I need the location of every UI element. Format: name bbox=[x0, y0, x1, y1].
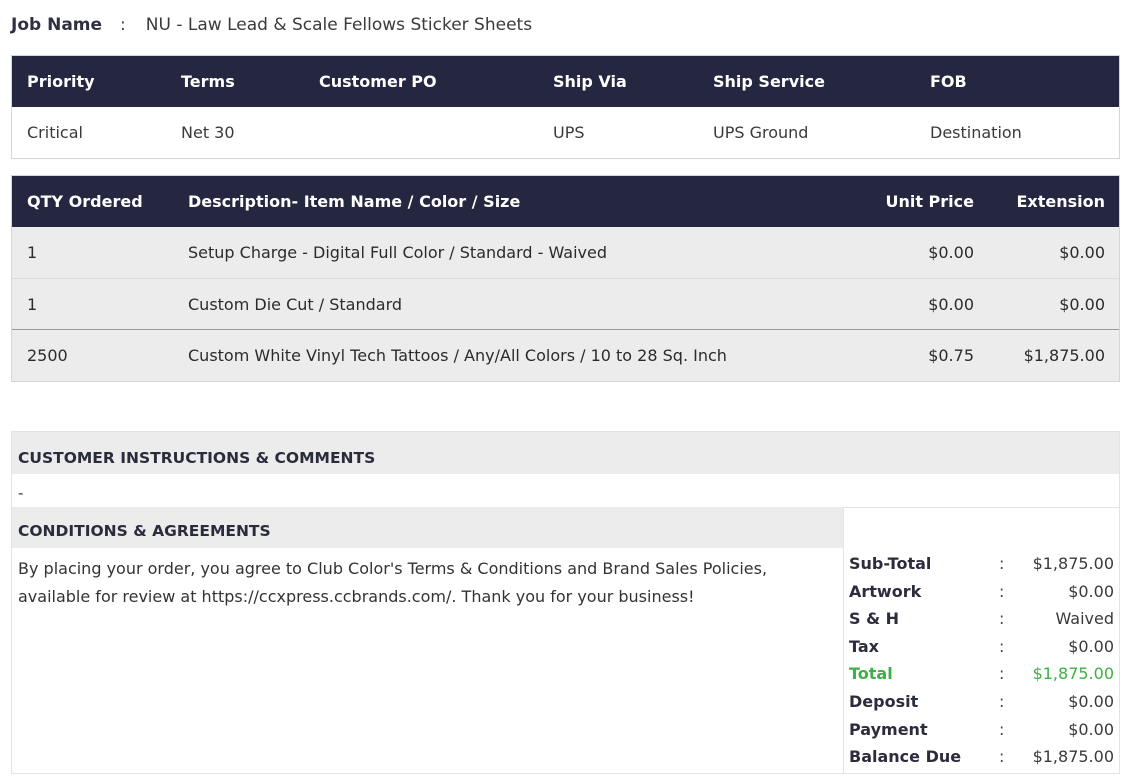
item-qty: 1 bbox=[27, 243, 38, 262]
order-info-header-row: Priority Terms Customer PO Ship Via Ship… bbox=[12, 56, 1119, 107]
totals-label: Payment bbox=[849, 719, 928, 739]
totals-separator: : bbox=[999, 609, 1005, 629]
header-fob: FOB bbox=[930, 72, 967, 91]
order-info-values-row: Critical Net 30 UPS UPS Ground Destinati… bbox=[12, 107, 1119, 158]
header-ship-via: Ship Via bbox=[553, 72, 627, 91]
job-name-label: Job Name bbox=[11, 15, 103, 35]
customer-instructions-section: CUSTOMER INSTRUCTIONS & COMMENTS - bbox=[11, 431, 1120, 508]
totals-separator: : bbox=[999, 692, 1005, 711]
job-name-value: NU - Law Lead & Scale Fellows Sticker Sh… bbox=[145, 15, 533, 35]
conditions-text: By placing your order, you agree to Club… bbox=[18, 559, 768, 606]
header-priority: Priority bbox=[27, 72, 95, 91]
totals-row-balance-due: Balance Due : $1,875.00 bbox=[849, 743, 1114, 771]
instructions-title: CUSTOMER INSTRUCTIONS & COMMENTS bbox=[12, 432, 1119, 474]
totals-separator: : bbox=[999, 664, 1005, 684]
item-extension: $0.00 bbox=[1059, 295, 1105, 314]
header-terms: Terms bbox=[181, 72, 235, 91]
totals-label: Sub-Total bbox=[849, 554, 932, 573]
totals-value: $0.00 bbox=[1068, 719, 1114, 739]
item-extension: $0.00 bbox=[1059, 243, 1105, 262]
totals-label: Tax bbox=[849, 636, 879, 656]
totals-separator: : bbox=[999, 554, 1005, 573]
totals-value: $1,875.00 bbox=[1032, 554, 1114, 573]
item-unit-price: $0.00 bbox=[928, 295, 974, 314]
job-name-line: Job Name : NU - Law Lead & Scale Fellows… bbox=[11, 12, 532, 38]
totals-row-total: Total : $1,875.00 bbox=[849, 660, 1114, 688]
header-description: Description- Item Name / Color / Size bbox=[188, 192, 521, 211]
totals-row-deposit: Deposit : $0.00 bbox=[849, 688, 1114, 716]
totals-separator: : bbox=[999, 747, 1005, 767]
value-fob: Destination bbox=[930, 123, 1022, 142]
totals-value: $0.00 bbox=[1068, 692, 1114, 711]
job-name-separator: : bbox=[120, 15, 126, 35]
table-row: 2500 Custom White Vinyl Tech Tattoos / A… bbox=[12, 329, 1119, 381]
totals-value: $0.00 bbox=[1068, 636, 1114, 656]
item-unit-price: $0.75 bbox=[928, 346, 974, 365]
value-priority: Critical bbox=[27, 123, 83, 142]
header-qty: QTY Ordered bbox=[27, 192, 143, 211]
value-ship-via: UPS bbox=[553, 123, 585, 142]
totals-separator: : bbox=[999, 636, 1005, 656]
header-unit-price: Unit Price bbox=[885, 192, 974, 211]
conditions-title: CONDITIONS & AGREEMENTS bbox=[12, 507, 843, 548]
instructions-text: - bbox=[12, 474, 1119, 507]
totals-row-subtotal: Sub-Total : $1,875.00 bbox=[849, 550, 1114, 578]
totals-separator: : bbox=[999, 581, 1005, 601]
totals-label: Deposit bbox=[849, 692, 919, 711]
totals-row-shipping: S & H : Waived bbox=[849, 605, 1114, 633]
totals-label: Artwork bbox=[849, 581, 922, 601]
value-ship-service: UPS Ground bbox=[713, 123, 809, 142]
item-description: Setup Charge - Digital Full Color / Stan… bbox=[188, 243, 608, 262]
item-description: Custom Die Cut / Standard bbox=[188, 295, 403, 314]
item-qty: 1 bbox=[27, 295, 38, 314]
order-info-table: Priority Terms Customer PO Ship Via Ship… bbox=[11, 55, 1120, 159]
header-extension: Extension bbox=[1016, 192, 1105, 211]
totals-label: S & H bbox=[849, 609, 900, 629]
table-row: 1 Custom Die Cut / Standard $0.00 $0.00 bbox=[12, 278, 1119, 329]
totals-panel: Sub-Total : $1,875.00 Artwork : $0.00 S … bbox=[843, 507, 1120, 774]
header-ship-service: Ship Service bbox=[713, 72, 825, 91]
totals-value: $1,875.00 bbox=[1032, 747, 1114, 767]
totals-value: $1,875.00 bbox=[1032, 664, 1114, 684]
totals-row-tax: Tax : $0.00 bbox=[849, 633, 1114, 661]
item-qty: 2500 bbox=[27, 346, 68, 365]
totals-separator: : bbox=[999, 719, 1005, 739]
item-extension: $1,875.00 bbox=[1023, 346, 1105, 365]
totals-label: Total bbox=[849, 664, 893, 684]
item-description: Custom White Vinyl Tech Tattoos / Any/Al… bbox=[188, 346, 727, 365]
totals-row-payment: Payment : $0.00 bbox=[849, 716, 1114, 744]
line-items-table: QTY Ordered Description- Item Name / Col… bbox=[11, 175, 1120, 382]
totals-label: Balance Due bbox=[849, 747, 962, 767]
totals-value: $0.00 bbox=[1068, 581, 1114, 601]
items-header-row: QTY Ordered Description- Item Name / Col… bbox=[12, 176, 1119, 227]
item-unit-price: $0.00 bbox=[928, 243, 974, 262]
totals-value: Waived bbox=[1055, 609, 1114, 629]
value-terms: Net 30 bbox=[181, 123, 235, 142]
conditions-section: CONDITIONS & AGREEMENTS By placing your … bbox=[11, 507, 843, 774]
totals-row-artwork: Artwork : $0.00 bbox=[849, 578, 1114, 606]
table-row: 1 Setup Charge - Digital Full Color / St… bbox=[12, 227, 1119, 278]
header-customer-po: Customer PO bbox=[319, 72, 437, 91]
